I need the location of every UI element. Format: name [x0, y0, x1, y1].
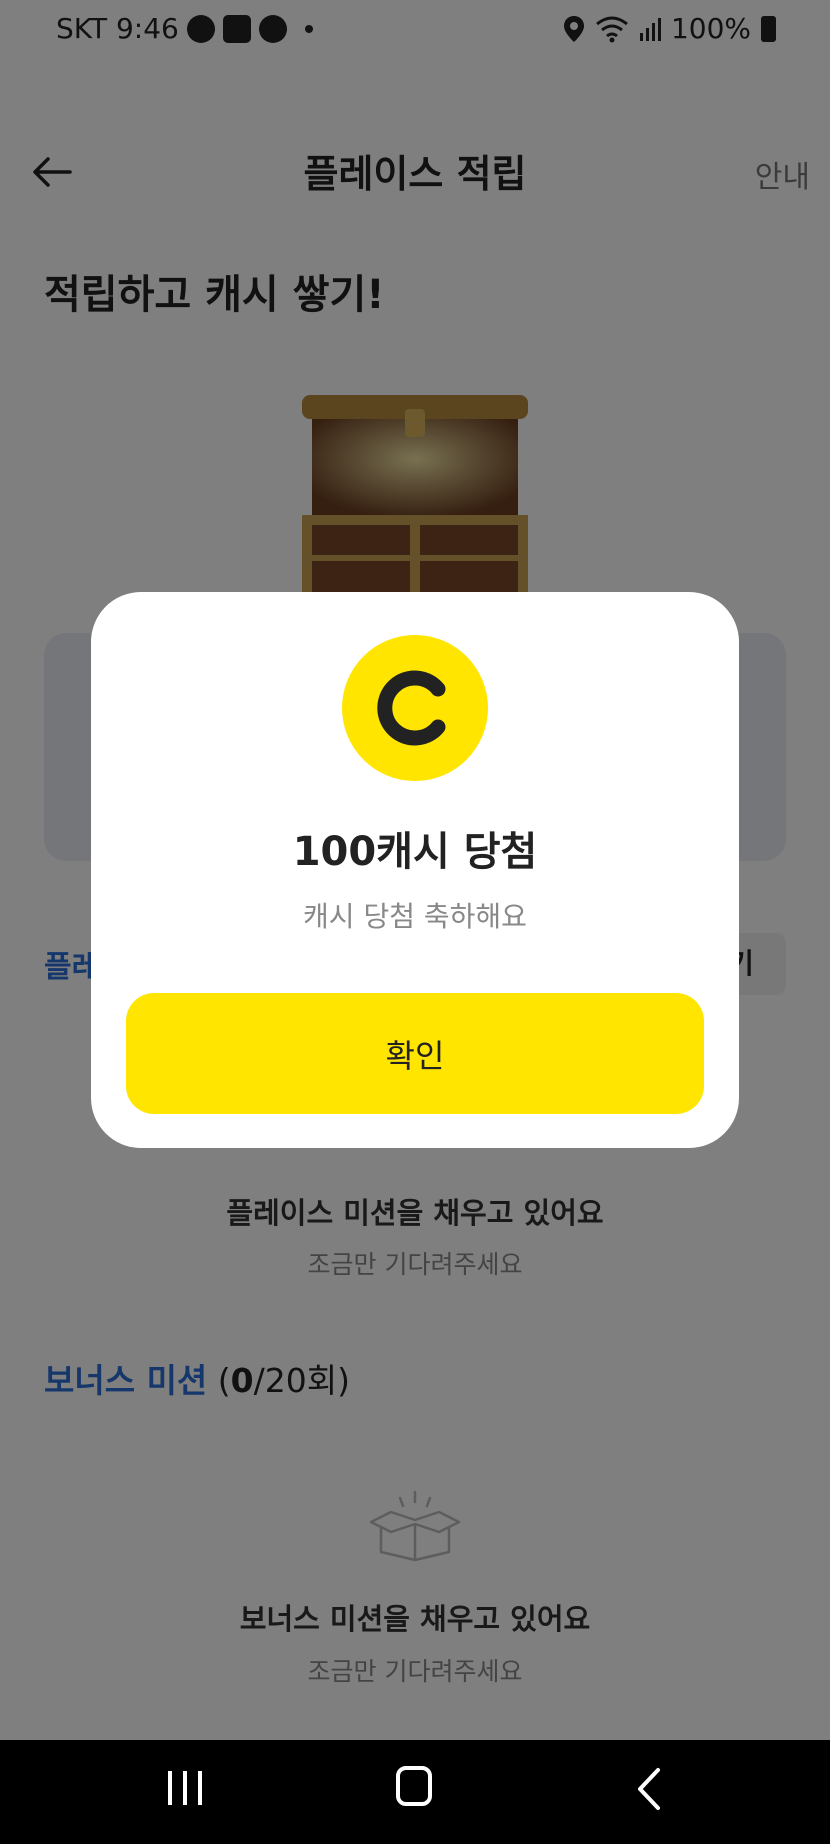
dialog-title: 100캐시 당첨	[292, 829, 538, 875]
cash-win-dialog: 100캐시 당첨 캐시 당첨 축하해요 확인	[91, 592, 739, 1148]
cash-coin-icon	[342, 635, 488, 781]
home-icon[interactable]	[396, 1766, 432, 1806]
confirm-button[interactable]: 확인	[126, 993, 704, 1114]
system-nav-bar	[0, 1740, 830, 1844]
dialog-subtitle: 캐시 당첨 축하해요	[303, 900, 527, 933]
recent-apps-icon[interactable]	[165, 1765, 205, 1811]
nav-back-icon[interactable]	[630, 1764, 670, 1814]
cash-c-icon	[377, 670, 446, 746]
